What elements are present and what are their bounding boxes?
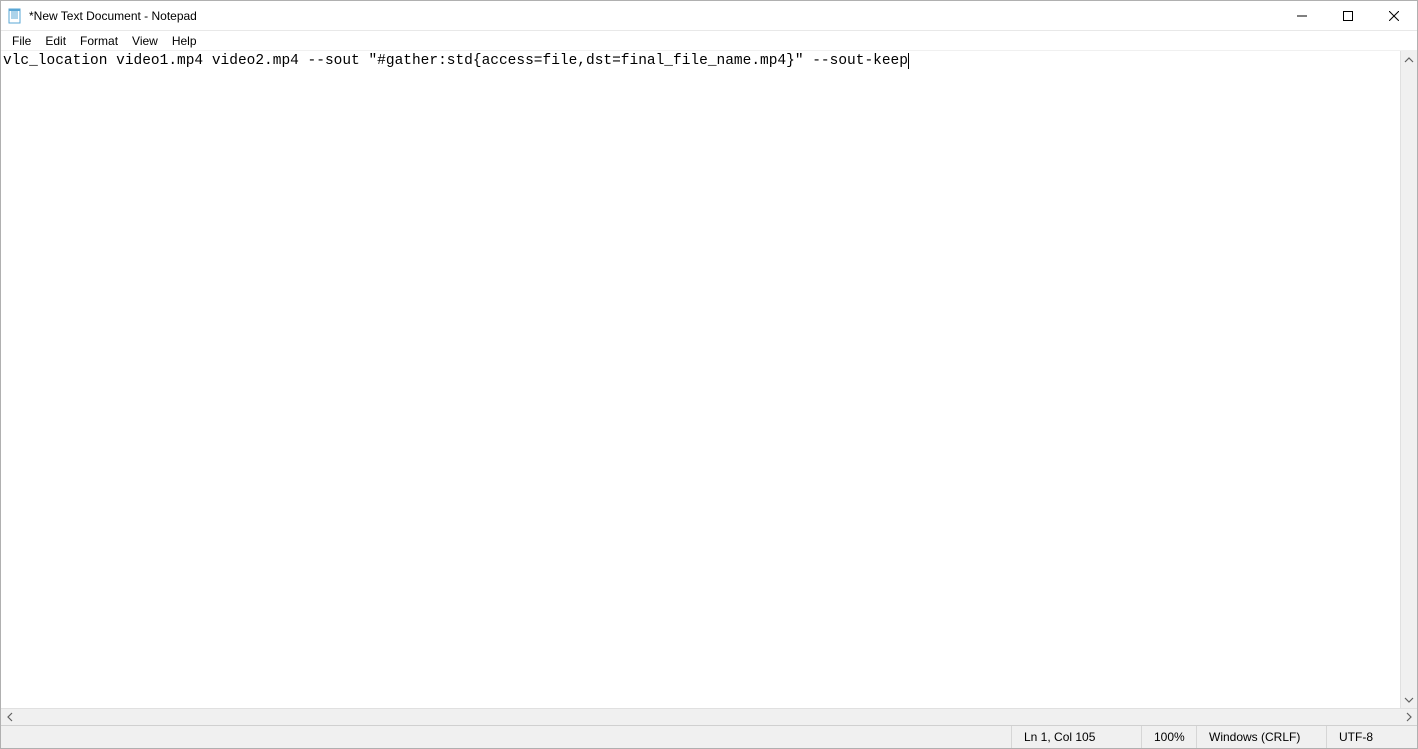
scroll-left-arrow-icon[interactable] — [1, 709, 18, 726]
titlebar[interactable]: *New Text Document - Notepad — [1, 1, 1417, 31]
status-line-ending: Windows (CRLF) — [1197, 726, 1327, 748]
scroll-down-arrow-icon[interactable] — [1401, 691, 1418, 708]
vertical-scrollbar[interactable] — [1400, 51, 1417, 708]
statusbar: Ln 1, Col 105 100% Windows (CRLF) UTF-8 — [1, 725, 1417, 748]
text-line: vlc_location video1.mp4 video2.mp4 --sou… — [3, 53, 908, 69]
menu-format[interactable]: Format — [73, 32, 125, 50]
horizontal-scrollbar[interactable] — [1, 708, 1417, 725]
vscroll-track[interactable] — [1401, 68, 1417, 691]
text-editor[interactable]: vlc_location video1.mp4 video2.mp4 --sou… — [1, 51, 1417, 708]
scroll-right-arrow-icon[interactable] — [1400, 709, 1417, 726]
status-encoding: UTF-8 — [1327, 726, 1417, 748]
status-cursor-position: Ln 1, Col 105 — [1012, 726, 1142, 748]
titlebar-left: *New Text Document - Notepad — [1, 8, 197, 24]
menu-view[interactable]: View — [125, 32, 165, 50]
maximize-button[interactable] — [1325, 1, 1371, 30]
hscroll-track[interactable] — [18, 709, 1400, 725]
status-spacer — [1, 726, 1012, 748]
editor-content[interactable]: vlc_location video1.mp4 video2.mp4 --sou… — [1, 51, 1417, 708]
window-title: *New Text Document - Notepad — [29, 9, 197, 23]
window-controls — [1279, 1, 1417, 30]
close-button[interactable] — [1371, 1, 1417, 30]
menubar: File Edit Format View Help — [1, 31, 1417, 51]
scroll-up-arrow-icon[interactable] — [1401, 51, 1418, 68]
status-zoom: 100% — [1142, 726, 1197, 748]
menu-edit[interactable]: Edit — [38, 32, 73, 50]
editor-area: vlc_location video1.mp4 video2.mp4 --sou… — [1, 51, 1417, 725]
menu-file[interactable]: File — [5, 32, 38, 50]
notepad-window: *New Text Document - Notepad File Edit F… — [0, 0, 1418, 749]
text-caret — [908, 53, 909, 69]
notepad-icon — [7, 8, 23, 24]
minimize-button[interactable] — [1279, 1, 1325, 30]
menu-help[interactable]: Help — [165, 32, 204, 50]
